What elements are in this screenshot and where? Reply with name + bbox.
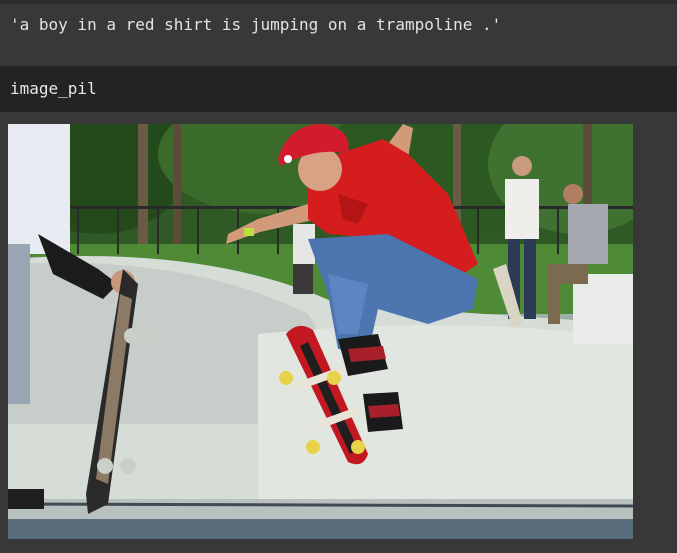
notebook-output-panel: 'a boy in a red shirt is jumping on a tr… [0,0,677,553]
variable-header: image_pil [0,66,677,112]
bystander-distant [293,224,315,294]
image-output [8,124,633,539]
text-output-cell: 'a boy in a red shirt is jumping on a tr… [0,4,677,62]
caption-output-text: 'a boy in a red shirt is jumping on a tr… [10,15,502,34]
variable-name: image_pil [10,79,97,98]
skateboarder-photo [8,124,633,539]
